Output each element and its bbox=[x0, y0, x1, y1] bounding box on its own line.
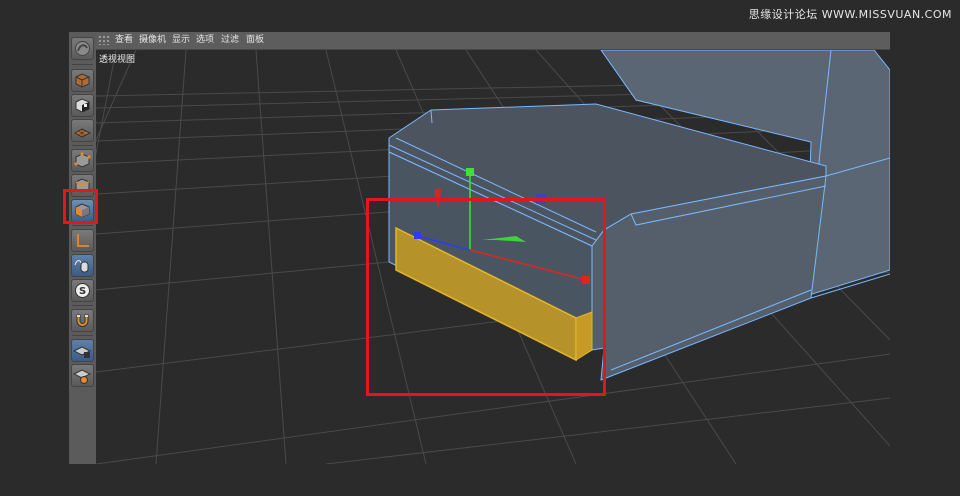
object-mode-icon[interactable] bbox=[71, 69, 94, 92]
highlight-polygons-mode bbox=[63, 189, 98, 224]
menu-options[interactable]: 选项 bbox=[196, 34, 214, 47]
workplane-mode-icon[interactable] bbox=[71, 119, 94, 142]
axis-mode-icon[interactable] bbox=[71, 229, 94, 252]
menu-filter[interactable]: 过滤 bbox=[221, 34, 239, 47]
highlight-selected-polygon bbox=[366, 198, 606, 396]
tweak-mode-icon[interactable] bbox=[71, 254, 94, 277]
logo-icon[interactable] bbox=[71, 37, 94, 60]
grip-icon[interactable] bbox=[99, 36, 109, 45]
menu-camera[interactable]: 摄像机 bbox=[139, 34, 166, 47]
svg-text:S: S bbox=[79, 286, 86, 297]
left-toolbar: S bbox=[69, 32, 97, 464]
points-mode-icon[interactable] bbox=[71, 149, 94, 172]
menu-view[interactable]: 查看 bbox=[115, 34, 133, 47]
snap-icon[interactable]: S bbox=[71, 279, 94, 302]
workplane-lock-icon[interactable] bbox=[71, 339, 94, 362]
planar-workplane-icon[interactable] bbox=[71, 364, 94, 387]
texture-mode-icon[interactable] bbox=[71, 94, 94, 117]
menu-panel[interactable]: 面板 bbox=[246, 34, 264, 47]
viewport-label: 透视视图 bbox=[99, 55, 136, 65]
magnet-icon[interactable] bbox=[71, 309, 94, 332]
viewport-menubar: 查看 摄像机 显示 选项 过滤 面板 bbox=[96, 32, 890, 50]
menu-display[interactable]: 显示 bbox=[172, 34, 190, 47]
watermark-text: 思缘设计论坛 WWW.MISSVUAN.COM bbox=[748, 8, 952, 21]
